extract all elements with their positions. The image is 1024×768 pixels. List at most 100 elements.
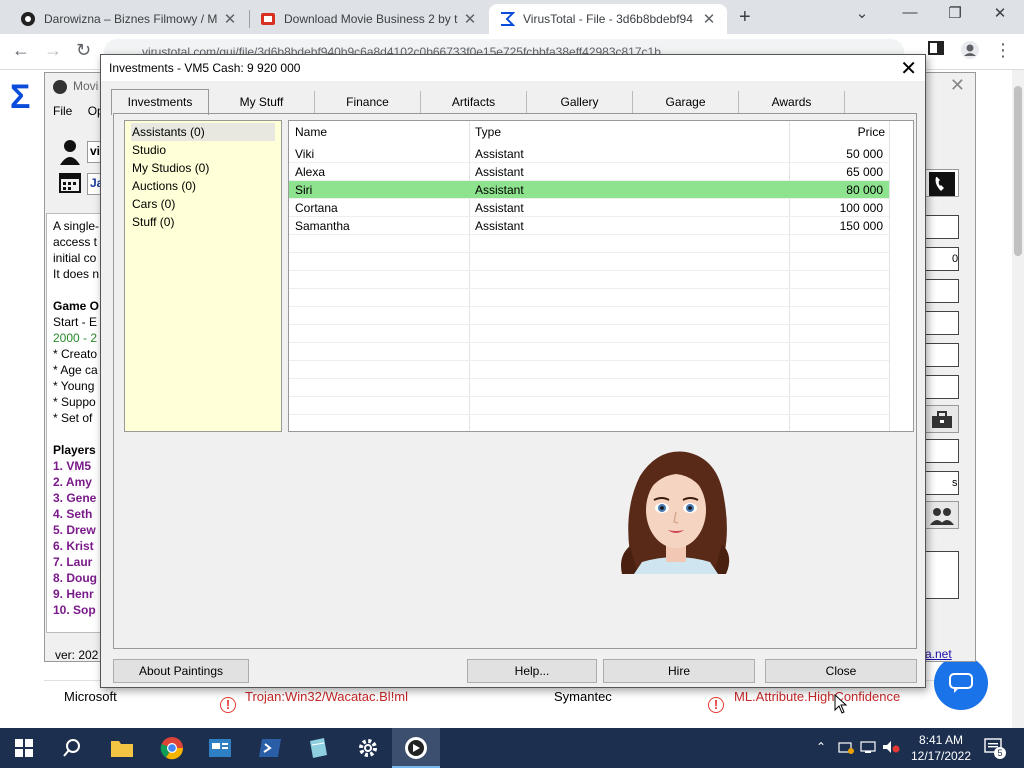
- tab-search-chevron-icon[interactable]: ⌄: [842, 4, 882, 22]
- chrome-icon[interactable]: [158, 734, 186, 762]
- investments-panel: Assistants (0) Studio My Studios (0) Auc…: [113, 113, 917, 649]
- start-icon[interactable]: [10, 734, 38, 762]
- info-line: 2. Amy: [53, 475, 92, 489]
- tab-close-icon[interactable]: ✕: [222, 10, 238, 28]
- category-auctions[interactable]: Auctions (0): [131, 177, 275, 195]
- info-line: Players: [53, 443, 96, 457]
- info-line: Start - E: [53, 315, 98, 329]
- browser-tab-3[interactable]: VirusTotal - File - 3d6b8bdebf94 ✕: [489, 4, 727, 34]
- close-button[interactable]: Close: [765, 659, 917, 683]
- category-assistants[interactable]: Assistants (0): [131, 123, 275, 141]
- dialog-close-icon[interactable]: ✕: [900, 56, 917, 81]
- profile-icon[interactable]: [960, 40, 980, 65]
- cell-price: 80 000: [846, 183, 883, 197]
- assistants-table: Name Type Price Viki Assistant 50 000 Al…: [288, 120, 914, 432]
- volume-muted-icon[interactable]: [882, 740, 900, 757]
- page-scrollbar[interactable]: [1012, 70, 1024, 728]
- detection-result: ML.Attribute.HighConfidence: [734, 689, 901, 704]
- virustotal-icon: [499, 11, 515, 27]
- table-row-selected[interactable]: Siri Assistant 80 000: [289, 181, 889, 199]
- settings-icon[interactable]: [354, 734, 382, 762]
- info-line: [53, 426, 99, 442]
- table-row[interactable]: Cortana Assistant 100 000: [289, 199, 889, 217]
- notepad-icon[interactable]: [304, 734, 332, 762]
- side-button[interactable]: [925, 215, 959, 239]
- side-button[interactable]: s: [925, 471, 959, 495]
- restore-button[interactable]: ❐: [935, 4, 975, 22]
- table-row[interactable]: Alexa Assistant 65 000: [289, 163, 889, 181]
- tab-garage[interactable]: Garage: [633, 91, 739, 113]
- info-line: access t: [53, 235, 98, 249]
- menu-dots-icon[interactable]: ⋮: [994, 40, 1012, 61]
- info-line: * Creato: [53, 347, 98, 361]
- table-row[interactable]: Samantha Assistant 150 000: [289, 217, 889, 235]
- info-line: * Young: [53, 379, 95, 393]
- file-explorer-icon[interactable]: [108, 734, 136, 762]
- phone-icon[interactable]: [925, 169, 959, 197]
- column-header-type[interactable]: Type: [475, 121, 501, 143]
- column-header-price[interactable]: Price: [858, 121, 885, 143]
- tab-awards[interactable]: Awards: [739, 91, 845, 113]
- download-site-icon: [260, 11, 276, 27]
- reload-icon[interactable]: ↻: [76, 40, 91, 61]
- category-my-studios[interactable]: My Studios (0): [131, 159, 275, 177]
- category-cars[interactable]: Cars (0): [131, 195, 275, 213]
- browser-tab-1[interactable]: Darowizna – Biznes Filmowy / M ✕: [10, 4, 248, 34]
- movie-business-icon[interactable]: [402, 734, 430, 762]
- browser-tab-2[interactable]: Download Movie Business 2 by t ✕: [250, 4, 488, 34]
- side-button[interactable]: [925, 343, 959, 367]
- tab-finance[interactable]: Finance: [315, 91, 421, 113]
- network-icon[interactable]: [860, 740, 876, 757]
- hire-button[interactable]: Hire: [603, 659, 755, 683]
- about-paintings-button[interactable]: About Paintings: [113, 659, 249, 683]
- cell-name: Alexa: [295, 165, 326, 179]
- virustotal-logo-icon: Σ: [10, 78, 31, 116]
- tab-close-icon[interactable]: ✕: [701, 10, 717, 28]
- mouse-cursor-icon: [834, 693, 848, 717]
- back-arrow-icon[interactable]: ←: [12, 40, 30, 61]
- tab-close-icon[interactable]: ✕: [462, 10, 478, 28]
- side-button[interactable]: [925, 375, 959, 399]
- category-stuff[interactable]: Stuff (0): [131, 213, 275, 231]
- clock-time: 8:41 AM: [918, 733, 964, 747]
- forward-arrow-icon[interactable]: →: [44, 40, 62, 61]
- minimize-button[interactable]: —: [890, 4, 930, 21]
- tab-gallery[interactable]: Gallery: [527, 91, 633, 113]
- menu-file[interactable]: File: [53, 104, 72, 118]
- new-tab-button[interactable]: +: [739, 6, 751, 29]
- info-line: 8. Doug: [53, 571, 97, 585]
- side-button[interactable]: [925, 279, 959, 303]
- dialog-title: Investments - VM5 Cash: 9 920 000: [109, 61, 301, 75]
- system-clock[interactable]: 8:41 AM 12/17/2022: [906, 732, 976, 764]
- app-close-icon[interactable]: ✕: [950, 75, 965, 96]
- side-button[interactable]: [925, 439, 959, 463]
- tab-investments[interactable]: Investments: [111, 89, 209, 115]
- network-warning-icon[interactable]: [838, 740, 854, 757]
- chat-icon[interactable]: [934, 656, 988, 710]
- side-button[interactable]: [925, 311, 959, 335]
- briefcase-icon[interactable]: [925, 405, 959, 433]
- column-header-name[interactable]: Name: [295, 121, 327, 143]
- help-button[interactable]: Help...: [467, 659, 597, 683]
- category-list[interactable]: Assistants (0) Studio My Studios (0) Auc…: [124, 120, 282, 432]
- tab-artifacts[interactable]: Artifacts: [421, 91, 527, 113]
- window-close-button[interactable]: ✕: [980, 4, 1020, 22]
- search-icon[interactable]: [58, 734, 86, 762]
- sidebar-icon[interactable]: [928, 40, 944, 61]
- vendor-name: Microsoft: [64, 689, 117, 704]
- table-row[interactable]: Viki Assistant 50 000: [289, 145, 889, 163]
- people-icon[interactable]: [925, 501, 959, 529]
- show-hidden-icons-icon[interactable]: ⌃: [816, 740, 826, 754]
- side-button[interactable]: 0: [925, 247, 959, 271]
- vendor-name: Symantec: [554, 689, 612, 704]
- cell-name: Viki: [295, 147, 315, 161]
- powershell-icon[interactable]: [256, 734, 284, 762]
- cell-type: Assistant: [475, 183, 524, 197]
- notifications-icon[interactable]: 5: [984, 738, 1006, 761]
- browser-tab-bar: Darowizna – Biznes Filmowy / M ✕ Downloa…: [0, 0, 1024, 34]
- category-studio[interactable]: Studio: [131, 141, 275, 159]
- site-link[interactable]: a.net: [925, 647, 952, 661]
- tab-my-stuff[interactable]: My Stuff: [209, 91, 315, 113]
- app-icon[interactable]: [206, 734, 234, 762]
- info-line: * Set of: [53, 411, 93, 425]
